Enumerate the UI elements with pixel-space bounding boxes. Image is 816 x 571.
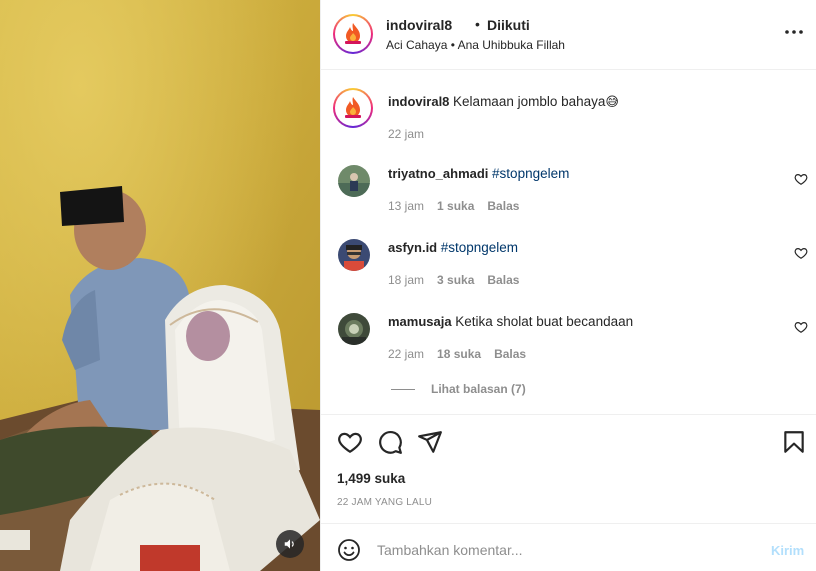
flame-logo-icon — [345, 97, 361, 118]
avatar-photo-icon — [338, 239, 370, 271]
follow-status-button[interactable]: Diikuti — [487, 17, 530, 33]
post-timestamp: 22 JAM YANG LALU — [337, 497, 433, 508]
comment-icon[interactable] — [377, 429, 403, 455]
comment-composer: Kirim — [321, 523, 816, 571]
view-replies-button[interactable]: Lihat balasan (7) — [391, 382, 526, 396]
post-header: indoviral8 • Diikuti Aci Cahaya • Ana Uh… — [321, 0, 816, 70]
comment-username[interactable]: triyatno_ahmadi — [388, 166, 488, 181]
commenter-avatar[interactable] — [338, 165, 370, 197]
instagram-post: indoviral8 • Diikuti Aci Cahaya • Ana Uh… — [0, 0, 816, 571]
heart-icon[interactable] — [337, 429, 363, 455]
audio-track-link[interactable]: Aci Cahaya • Ana Uhibbuka Fillah — [386, 38, 565, 52]
comment-likes[interactable]: 18 suka — [437, 347, 481, 361]
view-replies-label: Lihat balasan (7) — [431, 382, 526, 396]
post-video[interactable] — [0, 0, 320, 571]
commenter-avatar[interactable] — [338, 313, 370, 345]
caption-text: Kelamaan jomblo bahaya — [453, 94, 606, 109]
commenter-avatar[interactable] — [338, 239, 370, 271]
comment-time: 22 jam — [388, 347, 425, 361]
more-options-button[interactable] — [784, 22, 804, 42]
comment-item: mamusaja Ketika sholat buat becandaan 22… — [321, 313, 816, 387]
comment-text: Ketika sholat buat becandaan — [455, 314, 634, 329]
comment-username[interactable]: mamusaja — [388, 314, 452, 329]
post-comment-button[interactable]: Kirim — [771, 543, 804, 558]
author-username[interactable]: indoviral8 — [386, 17, 452, 33]
caption-author-avatar[interactable] — [333, 88, 373, 128]
send-icon[interactable] — [417, 429, 443, 455]
comment-hashtag[interactable]: #stopngelem — [492, 166, 569, 181]
comment-item: asfyn.id #stopngelem 18 jam 3 suka Balas — [321, 239, 816, 313]
post-details-panel: indoviral8 • Diikuti Aci Cahaya • Ana Uh… — [320, 0, 816, 571]
separator-dot: • — [475, 16, 480, 32]
avatar-photo-icon — [338, 313, 370, 345]
replies-divider — [391, 388, 415, 390]
caption-username[interactable]: indoviral8 — [388, 94, 449, 109]
reply-button[interactable]: Balas — [487, 273, 519, 287]
video-frame — [0, 0, 320, 571]
comment-username[interactable]: asfyn.id — [388, 240, 437, 255]
speaker-icon — [284, 539, 294, 549]
comment-item: triyatno_ahmadi #stopngelem 13 jam 1 suk… — [321, 165, 816, 239]
caption-time: 22 jam — [388, 127, 425, 141]
more-horizontal-icon — [785, 30, 803, 34]
flame-logo-icon — [345, 23, 361, 44]
avatar-photo-icon — [338, 165, 370, 197]
grinning-sweat-emoji: 😅 — [605, 94, 619, 109]
comment-input[interactable] — [377, 538, 757, 562]
comment-heart-icon[interactable] — [794, 246, 808, 260]
comment-time: 13 jam — [388, 199, 425, 213]
like-count[interactable]: 1,499 suka — [337, 471, 405, 486]
post-actions: 1,499 suka 22 JAM YANG LALU — [321, 414, 816, 523]
comment-hashtag[interactable]: #stopngelem — [441, 240, 518, 255]
author-avatar[interactable] — [333, 14, 373, 54]
comment-heart-icon[interactable] — [794, 320, 808, 334]
bookmark-icon[interactable] — [781, 429, 807, 455]
comment-likes[interactable]: 1 suka — [437, 199, 474, 213]
reply-button[interactable]: Balas — [494, 347, 526, 361]
comment-heart-icon[interactable] — [794, 172, 808, 186]
comment-time: 18 jam — [388, 273, 425, 287]
mute-toggle-button[interactable] — [276, 530, 304, 558]
comments-list: indoviral8 Kelamaan jomblo bahaya😅 22 ja… — [321, 70, 816, 414]
reply-button[interactable]: Balas — [487, 199, 519, 213]
comment-likes[interactable]: 3 suka — [437, 273, 474, 287]
smiley-icon[interactable] — [337, 538, 361, 562]
